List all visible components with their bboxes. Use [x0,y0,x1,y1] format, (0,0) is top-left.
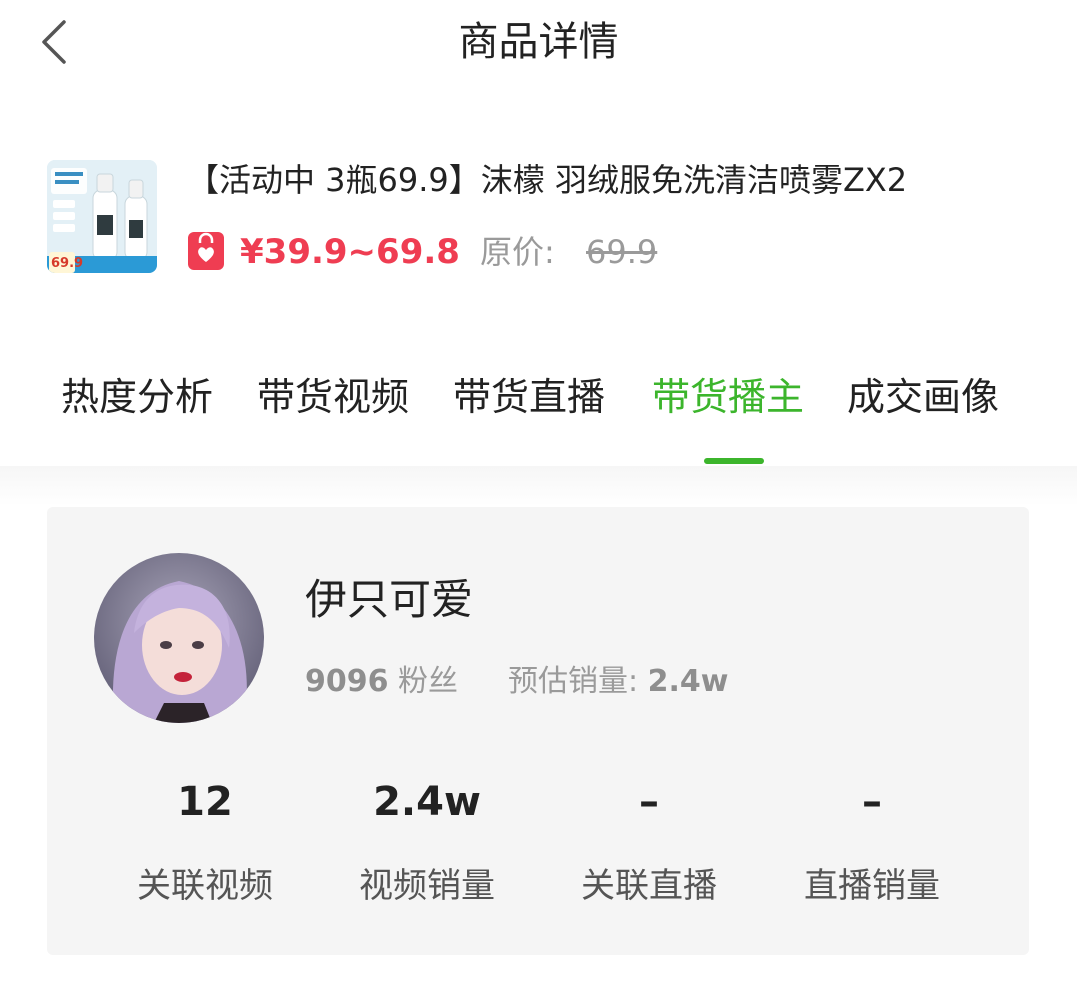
tab-sales-live[interactable]: 带货直播 [453,372,605,422]
stat-value-related-live: – [639,779,659,825]
tab-buyer-profile[interactable]: 成交画像 [847,372,999,422]
thumb-price-badge: 69.9 [51,256,84,271]
fans-label: 粉丝 [398,664,459,699]
stat-label-video-sales: 视频销量 [359,866,495,906]
original-price-label: 原价: [480,233,555,271]
fans-count: 9096 粉丝 [305,662,458,702]
product-title[interactable]: 【活动中 3瓶69.9】沫檬 羽绒服免洗清洁喷雾ZX2 [187,158,1067,202]
shopping-bag-heart-icon [188,232,224,270]
price-range: ¥39.9~69.8 [240,232,460,272]
stat-value-video-sales: 2.4w [373,779,481,825]
active-tab-indicator [704,458,764,464]
product-thumbnail[interactable]: 69.9 [47,160,157,273]
streamer-name[interactable]: 伊只可爱 [305,572,473,628]
tab-sales-streamers[interactable]: 带货播主 [652,372,804,422]
stat-value-related-videos: 12 [177,779,233,825]
stat-label-live-sales: 直播销量 [804,866,940,906]
stat-value-live-sales: – [862,779,882,825]
estimated-sales-label: 预估销量: [508,664,639,699]
stat-label-related-videos: 关联视频 [137,866,273,906]
original-price: 69.9 [586,233,658,271]
avatar[interactable] [94,553,264,723]
tabs-divider [0,466,1077,506]
tab-heat-analysis[interactable]: 热度分析 [61,372,213,422]
tab-sales-videos[interactable]: 带货视频 [257,372,409,422]
fans-count-value: 9096 [305,664,389,699]
page-title: 商品详情 [458,19,619,65]
estimated-sales: 预估销量: 2.4w [508,662,729,702]
stat-label-related-live: 关联直播 [581,866,717,906]
estimated-sales-value: 2.4w [647,664,729,699]
